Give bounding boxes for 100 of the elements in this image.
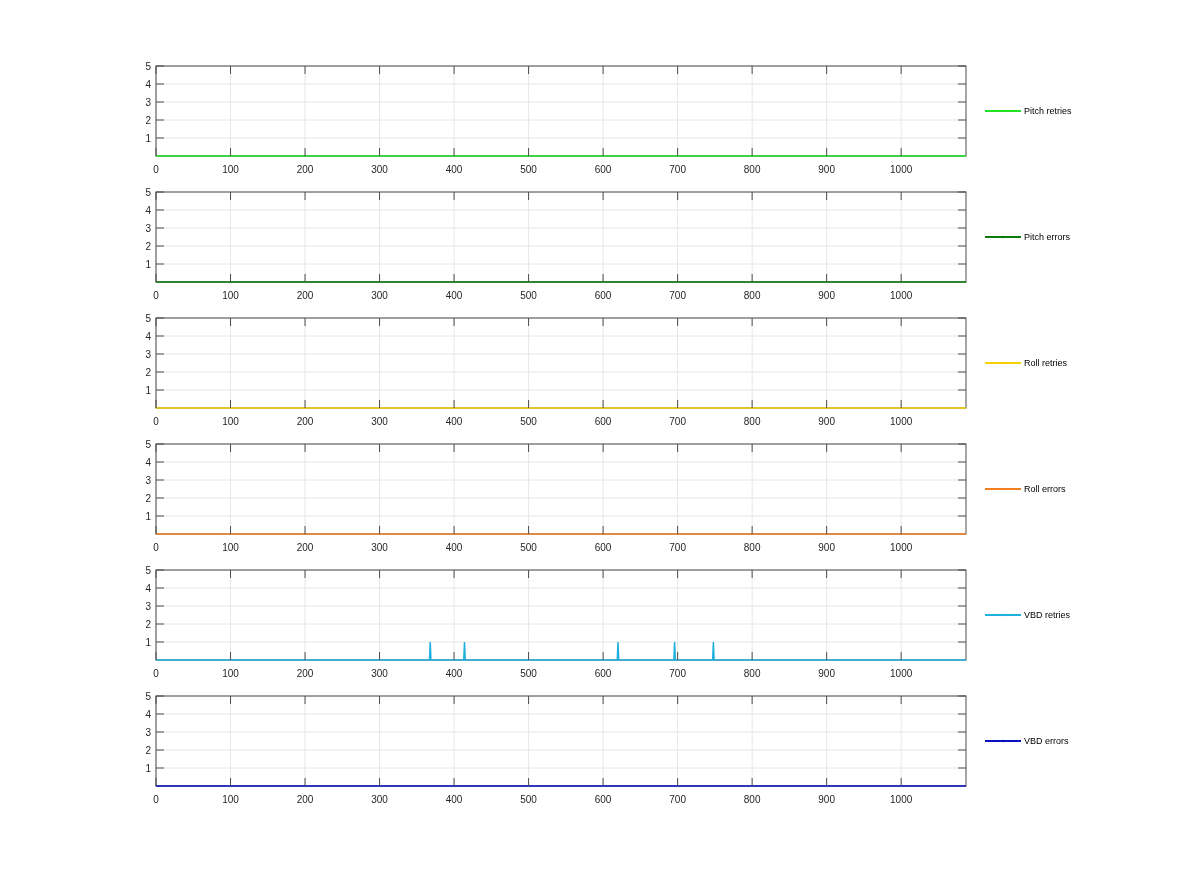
- x-tick-label: 300: [371, 668, 388, 679]
- x-tick-label: 0: [153, 290, 159, 301]
- x-tick-label: 300: [371, 290, 388, 301]
- x-tick-label: 300: [371, 416, 388, 427]
- x-tick-label: 500: [520, 794, 537, 805]
- x-tick-label: 400: [445, 290, 463, 301]
- legend-label: Pitch errors: [1024, 232, 1070, 243]
- y-tick-label: 4: [145, 456, 151, 468]
- x-tick-label: 200: [296, 290, 314, 301]
- x-tick-label: 200: [296, 794, 314, 805]
- x-tick-label: 300: [371, 542, 388, 553]
- x-tick-label: 800: [743, 290, 761, 301]
- x-tick-label: 700: [669, 164, 686, 175]
- y-tick-label: 3: [145, 222, 151, 234]
- y-tick-label: 3: [145, 726, 151, 738]
- legend-label: Roll retries: [1024, 358, 1067, 369]
- y-tick-label: 4: [145, 708, 151, 720]
- x-tick-label: 200: [296, 416, 314, 427]
- y-tick-label: 1: [145, 258, 151, 270]
- x-tick-label: 500: [520, 416, 537, 427]
- x-tick-label: 800: [743, 794, 761, 805]
- x-tick-label: 0: [153, 416, 159, 427]
- x-tick-label: 1000: [890, 542, 913, 553]
- x-tick-label: 600: [594, 542, 612, 553]
- x-tick-label: 600: [594, 794, 612, 805]
- y-tick-label: 4: [145, 582, 151, 594]
- y-tick-label: 5: [145, 186, 151, 198]
- y-tick-label: 2: [145, 240, 151, 252]
- x-tick-label: 100: [222, 794, 239, 805]
- legend-label: Roll errors: [1024, 484, 1066, 495]
- x-tick-label: 900: [818, 290, 835, 301]
- x-tick-label: 300: [371, 794, 388, 805]
- legend-swatch: [984, 235, 1022, 239]
- y-tick-label: 3: [145, 474, 151, 486]
- y-tick-label: 2: [145, 114, 151, 126]
- x-tick-label: 800: [743, 164, 761, 175]
- x-tick-label: 400: [445, 794, 463, 805]
- x-tick-label: 500: [520, 668, 537, 679]
- y-tick-label: 5: [145, 690, 151, 702]
- x-tick-label: 700: [669, 668, 686, 679]
- y-tick-label: 3: [145, 348, 151, 360]
- x-tick-label: 1000: [890, 794, 913, 805]
- x-tick-label: 0: [153, 542, 159, 553]
- x-tick-label: 600: [594, 668, 612, 679]
- x-tick-label: 100: [222, 290, 239, 301]
- legend-swatch: [984, 739, 1022, 743]
- y-tick-label: 2: [145, 492, 151, 504]
- x-tick-label: 600: [594, 290, 612, 301]
- y-tick-label: 4: [145, 78, 151, 90]
- x-tick-label: 400: [445, 542, 463, 553]
- x-tick-label: 900: [818, 794, 835, 805]
- x-tick-label: 800: [743, 416, 761, 427]
- y-tick-label: 1: [145, 762, 151, 774]
- x-tick-label: 400: [445, 416, 463, 427]
- x-tick-label: 400: [445, 164, 463, 175]
- legend-swatch: [984, 487, 1022, 491]
- x-tick-label: 200: [296, 542, 314, 553]
- legend-label: VBD retries: [1024, 610, 1070, 621]
- x-tick-label: 600: [594, 164, 612, 175]
- y-tick-label: 4: [145, 204, 151, 216]
- y-tick-label: 1: [145, 384, 151, 396]
- y-tick-label: 5: [145, 312, 151, 324]
- y-tick-label: 5: [145, 564, 151, 576]
- x-tick-label: 900: [818, 668, 835, 679]
- x-tick-label: 1000: [890, 290, 913, 301]
- legend-label: VBD errors: [1024, 736, 1069, 747]
- x-tick-label: 500: [520, 164, 537, 175]
- x-tick-label: 700: [669, 794, 686, 805]
- x-tick-label: 800: [743, 542, 761, 553]
- y-tick-label: 1: [145, 132, 151, 144]
- legend-swatch: [984, 109, 1022, 113]
- x-tick-label: 100: [222, 542, 239, 553]
- x-tick-label: 200: [296, 164, 314, 175]
- x-tick-label: 600: [594, 416, 612, 427]
- x-tick-label: 700: [669, 542, 686, 553]
- x-tick-label: 1000: [890, 416, 913, 427]
- x-tick-label: 900: [818, 416, 835, 427]
- y-tick-label: 1: [145, 510, 151, 522]
- y-tick-label: 3: [145, 96, 151, 108]
- x-tick-label: 100: [222, 416, 239, 427]
- y-tick-label: 3: [145, 600, 151, 612]
- x-tick-label: 500: [520, 542, 537, 553]
- legend-swatch: [984, 361, 1022, 365]
- x-tick-label: 400: [445, 668, 463, 679]
- x-tick-label: 500: [520, 290, 537, 301]
- y-tick-label: 4: [145, 330, 151, 342]
- legend-label: Pitch retries: [1024, 106, 1072, 117]
- y-tick-label: 5: [145, 438, 151, 450]
- x-tick-label: 0: [153, 164, 159, 175]
- x-tick-label: 900: [818, 164, 835, 175]
- x-tick-label: 1000: [890, 668, 913, 679]
- legend-swatch: [984, 613, 1022, 617]
- x-tick-label: 1000: [890, 164, 913, 175]
- y-tick-label: 2: [145, 744, 151, 756]
- x-tick-label: 200: [296, 668, 314, 679]
- x-tick-label: 700: [669, 290, 686, 301]
- x-tick-label: 100: [222, 668, 239, 679]
- y-tick-label: 2: [145, 618, 151, 630]
- x-tick-label: 900: [818, 542, 835, 553]
- x-tick-label: 800: [743, 668, 761, 679]
